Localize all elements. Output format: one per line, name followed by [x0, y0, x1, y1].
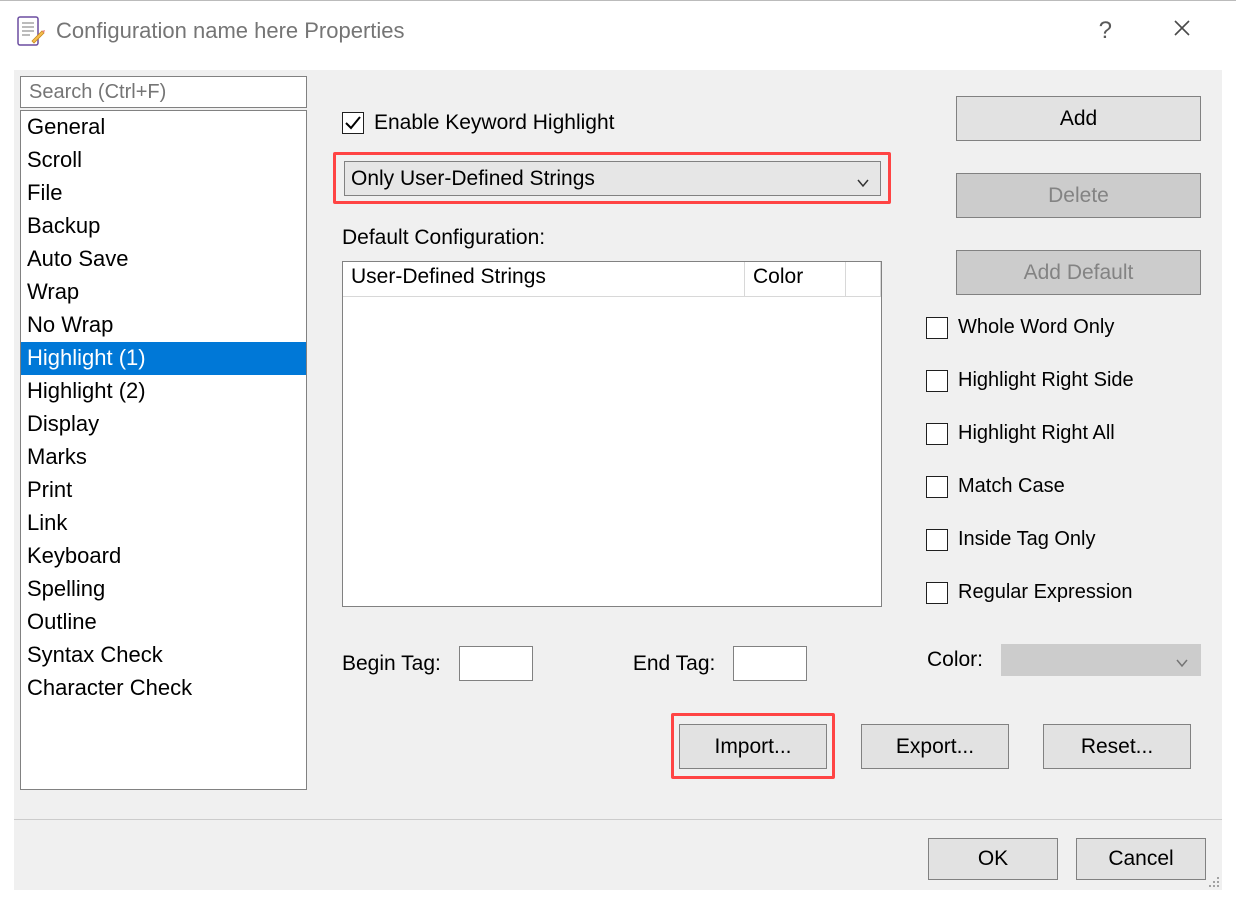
chevron-down-icon: [1175, 652, 1189, 676]
sidebar-item-auto-save[interactable]: Auto Save: [21, 243, 306, 276]
sidebar-item-wrap[interactable]: Wrap: [21, 276, 306, 309]
checkbox-icon: [926, 317, 948, 339]
close-button[interactable]: [1172, 18, 1192, 43]
cancel-button[interactable]: Cancel: [1076, 838, 1206, 880]
search-input[interactable]: [20, 76, 307, 108]
option-label: Highlight Right All: [958, 422, 1115, 445]
sidebar-item-highlight-2-[interactable]: Highlight (2): [21, 375, 306, 408]
sidebar-item-keyboard[interactable]: Keyboard: [21, 540, 306, 573]
dialog-body: GeneralScrollFileBackupAuto SaveWrapNo W…: [14, 70, 1222, 890]
checkbox-icon: [926, 423, 948, 445]
sidebar-item-print[interactable]: Print: [21, 474, 306, 507]
option-label: Whole Word Only: [958, 316, 1114, 339]
app-icon: [14, 15, 46, 47]
sidebar-item-file[interactable]: File: [21, 177, 306, 210]
add-button[interactable]: Add: [956, 96, 1201, 141]
option-highlight-right-side[interactable]: Highlight Right Side: [926, 369, 1201, 392]
option-highlight-right-all[interactable]: Highlight Right All: [926, 422, 1201, 445]
checkbox-icon: [926, 529, 948, 551]
option-match-case[interactable]: Match Case: [926, 475, 1201, 498]
sidebar-item-marks[interactable]: Marks: [21, 441, 306, 474]
sidebar-item-syntax-check[interactable]: Syntax Check: [21, 639, 306, 672]
checkbox-label: Enable Keyword Highlight: [374, 111, 614, 135]
color-picker[interactable]: [1001, 644, 1201, 676]
titlebar: Configuration name here Properties ?: [0, 0, 1236, 60]
strings-table[interactable]: User-Defined Strings Color: [342, 261, 882, 607]
sidebar-item-link[interactable]: Link: [21, 507, 306, 540]
import-button[interactable]: Import...: [679, 724, 827, 769]
option-label: Match Case: [958, 475, 1065, 498]
chevron-down-icon: [856, 172, 870, 196]
window-title: Configuration name here Properties: [56, 18, 1099, 44]
sidebar-item-scroll[interactable]: Scroll: [21, 144, 306, 177]
checkbox-icon: [926, 476, 948, 498]
begin-tag-input[interactable]: [459, 646, 533, 681]
option-label: Regular Expression: [958, 581, 1133, 604]
dropdown-value: Only User-Defined Strings: [351, 167, 595, 191]
option-whole-word-only[interactable]: Whole Word Only: [926, 316, 1201, 339]
delete-button[interactable]: Delete: [956, 173, 1201, 218]
sidebar-item-display[interactable]: Display: [21, 408, 306, 441]
separator: [14, 819, 1222, 820]
highlight-mode-dropdown[interactable]: Only User-Defined Strings: [344, 161, 881, 196]
default-config-label: Default Configuration:: [342, 226, 545, 250]
add-default-button[interactable]: Add Default: [956, 250, 1201, 295]
sidebar-item-highlight-1-[interactable]: Highlight (1): [21, 342, 306, 375]
sidebar-item-outline[interactable]: Outline: [21, 606, 306, 639]
table-header-color[interactable]: Color: [745, 262, 846, 297]
checkbox-icon: [926, 370, 948, 392]
begin-tag-label: Begin Tag:: [342, 652, 441, 676]
enable-keyword-highlight-checkbox[interactable]: Enable Keyword Highlight: [342, 111, 614, 135]
reset-button[interactable]: Reset...: [1043, 724, 1191, 769]
help-button[interactable]: ?: [1099, 19, 1112, 43]
option-label: Highlight Right Side: [958, 369, 1134, 392]
resize-grip[interactable]: [1204, 872, 1220, 888]
sidebar-item-general[interactable]: General: [21, 111, 306, 144]
ok-button[interactable]: OK: [928, 838, 1058, 880]
sidebar-item-spelling[interactable]: Spelling: [21, 573, 306, 606]
end-tag-label: End Tag:: [633, 652, 716, 676]
end-tag-input[interactable]: [733, 646, 807, 681]
main-panel: Enable Keyword Highlight Only User-Defin…: [334, 76, 1206, 890]
sidebar-item-no-wrap[interactable]: No Wrap: [21, 309, 306, 342]
option-label: Inside Tag Only: [958, 528, 1096, 551]
checkbox-icon: [926, 582, 948, 604]
sidebar-item-character-check[interactable]: Character Check: [21, 672, 306, 705]
export-button[interactable]: Export...: [861, 724, 1009, 769]
category-list[interactable]: GeneralScrollFileBackupAuto SaveWrapNo W…: [20, 110, 307, 790]
table-header-strings[interactable]: User-Defined Strings: [343, 262, 745, 297]
table-header-spacer: [846, 262, 881, 297]
sidebar-item-backup[interactable]: Backup: [21, 210, 306, 243]
option-regular-expression[interactable]: Regular Expression: [926, 581, 1201, 604]
color-label: Color:: [927, 648, 983, 672]
option-inside-tag-only[interactable]: Inside Tag Only: [926, 528, 1201, 551]
checkbox-checked-icon: [342, 112, 364, 134]
